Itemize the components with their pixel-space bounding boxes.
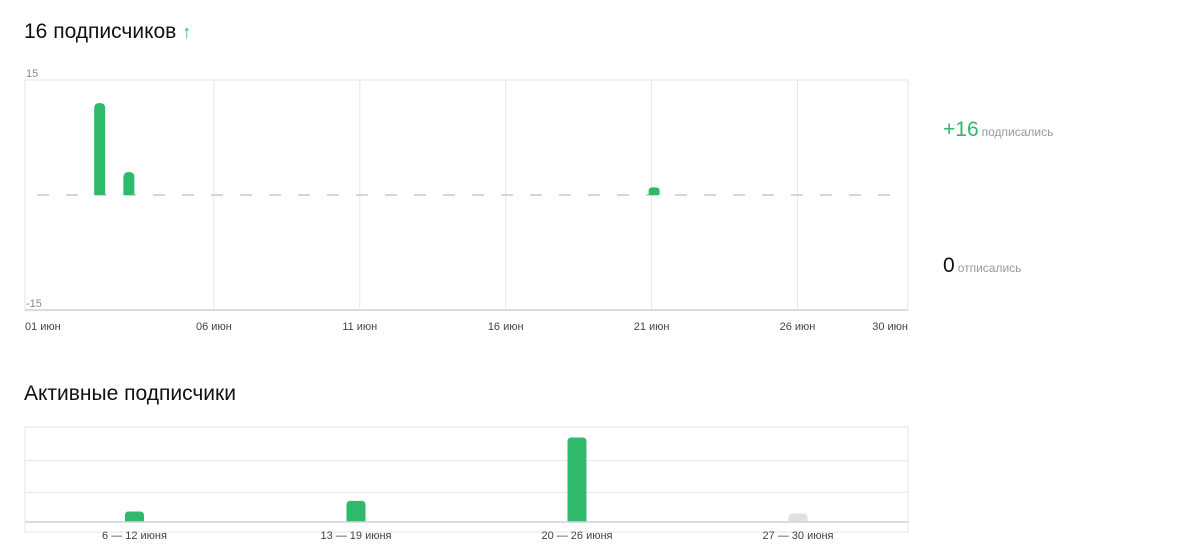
- x-tick-label: 20 — 26 июня: [541, 530, 612, 542]
- x-tick-label: 11 июн: [342, 321, 377, 333]
- unsubscribed-label: отписались: [957, 261, 1022, 275]
- arrow-up-icon: ↑: [182, 22, 192, 42]
- x-tick-label: 06 июн: [196, 321, 232, 333]
- bar: [125, 511, 144, 522]
- x-tick-label: 16 июн: [488, 321, 524, 333]
- bar: [94, 103, 106, 195]
- y-tick-label: -15: [26, 298, 42, 310]
- x-tick-label: 13 — 19 июня: [320, 530, 391, 542]
- subscribed-value: +16: [943, 118, 979, 141]
- x-tick-label: 21 июн: [634, 321, 670, 333]
- subscribed-label: подписались: [981, 125, 1054, 139]
- active-subscribers-title: Активные подписчики: [24, 382, 236, 405]
- active-subscribers-weekly-chart: 6 — 12 июня 13 — 19 июня 20 — 26 июня 27 — …: [24, 426, 909, 542]
- y-tick-label: 15: [26, 68, 38, 80]
- subscribers-title: 16 подписчиков ↑: [24, 20, 191, 44]
- bar: [346, 500, 366, 522]
- x-tick-label: 01 июн: [25, 321, 61, 333]
- bar: [567, 437, 587, 522]
- bar: [788, 513, 808, 522]
- plot-frame: [24, 426, 909, 533]
- bar: [648, 187, 660, 195]
- x-tick-label: 27 — 30 июня: [762, 530, 833, 542]
- unsubscribed-value: 0: [943, 254, 955, 277]
- subscribed-summary: +16 подписались: [943, 118, 1053, 142]
- x-tick-label: 30 июн: [872, 321, 908, 333]
- subscribers-count-label: 16 подписчиков: [24, 20, 177, 43]
- x-tick-label: 26 июн: [780, 321, 816, 333]
- subscribers-daily-chart: 15 -15 01 июн 06 июн 11 июн 16 июн 21 июн 26 ию…: [24, 68, 909, 333]
- bar: [123, 172, 135, 195]
- x-tick-label: 6 — 12 июня: [102, 530, 167, 542]
- unsubscribed-summary: 0 отписались: [943, 254, 1021, 278]
